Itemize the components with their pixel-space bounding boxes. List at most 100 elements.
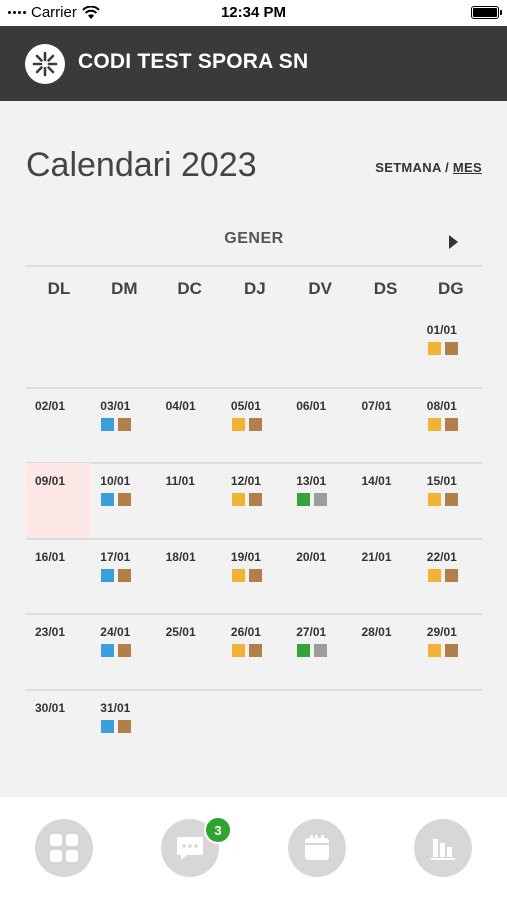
- weekday-header: DC: [177, 279, 202, 298]
- calendar-day[interactable]: 04/01: [157, 388, 222, 463]
- calendar-day[interactable]: 24/01: [91, 614, 156, 689]
- calendar-day[interactable]: 23/01: [26, 614, 91, 689]
- day-label: 02/01: [35, 398, 66, 413]
- calendar-day[interactable]: 17/01: [91, 539, 156, 614]
- calendar-day[interactable]: 18/01: [157, 539, 222, 614]
- day-label: 11/01: [165, 474, 195, 489]
- week-view-link[interactable]: SETMANA: [375, 160, 441, 175]
- event-marker-blue: [101, 568, 115, 582]
- day-label: 22/01: [426, 549, 457, 564]
- event-marker-brown: [248, 568, 262, 582]
- calendar-day[interactable]: 11/01: [157, 463, 222, 538]
- day-label: 12/01: [230, 474, 261, 489]
- day-label: 19/01: [230, 549, 261, 564]
- app-title: CODI TEST SPORA SN: [78, 50, 309, 73]
- event-marker-yellow: [427, 342, 441, 355]
- day-label: 03/01: [100, 398, 131, 413]
- calendar-day[interactable]: 20/01: [287, 539, 352, 614]
- day-label: 30/01: [35, 701, 66, 715]
- calendar-day[interactable]: 27/01: [287, 614, 352, 689]
- day-label: 06/01: [296, 398, 327, 413]
- day-label: 04/01: [165, 398, 196, 413]
- event-marker-brown: [444, 493, 458, 507]
- event-marker-blue: [101, 417, 115, 431]
- calendar-day[interactable]: 12/01: [222, 463, 287, 538]
- event-markers: [101, 644, 132, 658]
- tab-bar: 3: [0, 797, 507, 900]
- calendar-day[interactable]: 16/01: [26, 539, 91, 614]
- calendar-day[interactable]: 06/01: [287, 388, 352, 463]
- calendar-day[interactable]: 21/01: [353, 539, 418, 614]
- weekday-header: DL: [47, 279, 71, 298]
- calendar-day[interactable]: 08/01: [418, 388, 483, 463]
- calendar-day-today[interactable]: 09/01: [26, 463, 91, 539]
- calendar-day[interactable]: 03/01: [91, 388, 156, 463]
- event-marker-brown: [118, 417, 132, 431]
- event-markers: [297, 493, 328, 507]
- chat-icon: [177, 837, 203, 860]
- day-label: 08/01: [426, 398, 457, 413]
- day-label: 18/01: [165, 549, 196, 564]
- app-header: CODI TEST SPORA SN: [0, 26, 507, 101]
- event-markers: [427, 493, 458, 507]
- tab-dashboard[interactable]: [35, 819, 93, 877]
- month-view-link[interactable]: MES: [453, 160, 482, 175]
- event-marker-brown: [444, 568, 458, 582]
- day-label: 05/01: [230, 398, 261, 413]
- calendar-day[interactable]: 30/01: [26, 690, 91, 765]
- event-markers: [231, 568, 262, 582]
- calendar-day[interactable]: 02/01: [26, 388, 91, 463]
- next-month-button[interactable]: [449, 235, 458, 249]
- day-label: 25/01: [165, 625, 196, 640]
- tab-calendar[interactable]: [288, 819, 346, 877]
- calendar-day[interactable]: 15/01: [418, 463, 483, 538]
- event-marker-brown: [118, 720, 132, 733]
- day-label: 07/01: [361, 398, 392, 413]
- calendar-day[interactable]: 05/01: [222, 388, 287, 463]
- messages-badge: 3: [204, 816, 232, 844]
- calendar-day[interactable]: 14/01: [353, 463, 418, 538]
- event-marker-brown: [118, 644, 132, 658]
- event-markers: [101, 720, 132, 733]
- calendar-day[interactable]: 25/01: [157, 614, 222, 689]
- spora-logo-icon: [32, 51, 58, 77]
- month-navigation: GENER: [26, 230, 482, 254]
- event-marker-gray: [314, 644, 328, 658]
- event-marker-brown: [248, 493, 262, 507]
- day-label: 28/01: [361, 625, 392, 640]
- day-label: 20/01: [296, 549, 327, 564]
- divider: [26, 265, 482, 267]
- clock: 12:34 PM: [220, 4, 287, 21]
- calendar-day[interactable]: 31/01: [91, 690, 156, 765]
- event-marker-brown: [118, 493, 132, 507]
- calendar-day[interactable]: 28/01: [353, 614, 418, 689]
- status-bar: Carrier 12:34 PM: [0, 0, 507, 26]
- event-markers: [101, 417, 132, 431]
- event-marker-yellow: [427, 568, 441, 582]
- event-marker-green: [297, 493, 311, 507]
- calendar-day[interactable]: 29/01: [418, 614, 483, 689]
- event-markers: [231, 644, 262, 658]
- event-markers: [427, 342, 458, 355]
- event-markers: [297, 644, 328, 658]
- weekday-header: DS: [373, 279, 398, 298]
- event-markers: [101, 568, 132, 582]
- bar-chart-icon: [431, 839, 455, 860]
- day-label: 23/01: [35, 625, 66, 640]
- event-marker-yellow: [427, 644, 441, 658]
- calendar-day[interactable]: 22/01: [418, 539, 483, 614]
- app-logo: [25, 44, 65, 84]
- event-marker-brown: [444, 644, 458, 658]
- weekday-header: DV: [308, 279, 332, 298]
- tab-stats[interactable]: [414, 819, 472, 877]
- calendar-day[interactable]: 07/01: [353, 388, 418, 463]
- event-marker-blue: [101, 493, 115, 507]
- event-marker-brown: [248, 644, 262, 658]
- calendar-day[interactable]: 19/01: [222, 539, 287, 614]
- calendar-day[interactable]: 10/01: [91, 463, 156, 538]
- calendar-day[interactable]: 13/01: [287, 463, 352, 538]
- day-label: 21/01: [361, 549, 392, 564]
- calendar-day[interactable]: 01/01: [418, 312, 483, 387]
- event-markers: [427, 568, 458, 582]
- calendar-day[interactable]: 26/01: [222, 614, 287, 689]
